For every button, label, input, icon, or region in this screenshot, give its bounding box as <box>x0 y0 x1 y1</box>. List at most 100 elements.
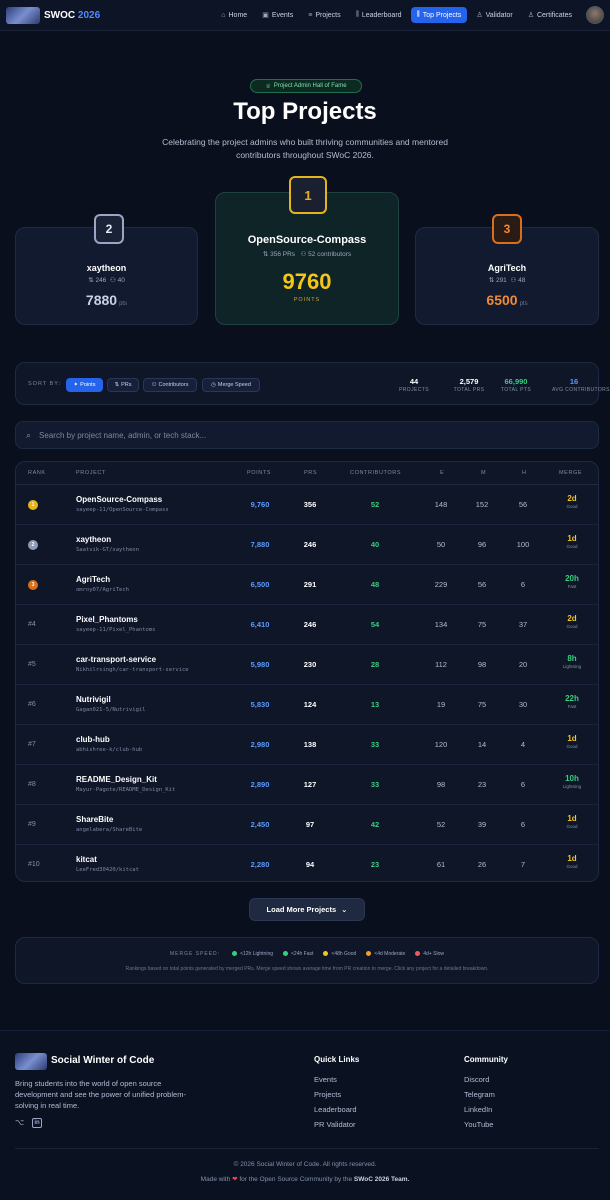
footer-link-linkedin[interactable]: LinkedIn <box>464 1105 492 1114</box>
header-hard[interactable]: H <box>522 470 527 476</box>
sort-merge-speed-button[interactable]: ◷ Merge Speed <box>202 378 260 392</box>
project-name[interactable]: kitcat <box>76 855 97 864</box>
project-name[interactable]: OpenSource-Compass <box>76 495 162 504</box>
stat-value: 66,990 <box>504 377 528 386</box>
legend-item: <24h Fast <box>283 951 313 957</box>
footer-link-leaderboard[interactable]: Leaderboard <box>314 1105 357 1114</box>
search-input[interactable] <box>39 430 540 440</box>
users-icon: ⚇ <box>109 277 116 284</box>
nav-item-label: Home <box>228 11 248 19</box>
table-row[interactable]: #10 kitcat LeeFred30420/kitcat 2,280 94 23 61 2… <box>16 845 598 881</box>
project-name[interactable]: club-hub <box>76 735 110 744</box>
project-name[interactable]: car-transport-service <box>76 655 156 664</box>
podium-card-second[interactable]: 2 xaytheon ⇅ 246 ⚇ 40 7880 pts <box>15 214 198 325</box>
cell-m: 23 <box>477 780 487 789</box>
table-row[interactable]: #7 club-hub abhishree-k/club-hub 2,980 138 33… <box>16 725 598 765</box>
merge-label: Good <box>566 624 578 629</box>
header-merge[interactable]: MERGE <box>559 470 582 476</box>
project-name[interactable]: Nutrivigil <box>76 695 111 704</box>
header-easy[interactable]: E <box>440 470 444 476</box>
footer-link-pr-validator[interactable]: PR Validator <box>314 1120 356 1129</box>
table-row[interactable]: 2 xaytheon Saatvik-GT/xaytheon 7,880 246 40 50… <box>16 525 598 565</box>
project-repo: Mayur-Pagote/README_Design_Kit <box>76 787 176 793</box>
community-heading: Community <box>464 1055 508 1064</box>
cell-m: 26 <box>477 860 487 869</box>
merge-value: 2d <box>567 494 577 503</box>
brand-name[interactable]: SWOC 2026 <box>44 10 100 21</box>
table-row[interactable]: 1 OpenSource-Compass sayeep-11/OpenSource-… <box>16 485 598 525</box>
cell-points: 6,410 <box>250 620 270 629</box>
nav-item-projects[interactable]: ≡ Projects <box>302 8 346 23</box>
github-icon[interactable]: ⌥ <box>15 1118 25 1128</box>
rank-medal-icon: 2 <box>28 540 38 550</box>
nav-item-top-projects[interactable]: ⫼ Top Projects <box>410 7 468 23</box>
table-row[interactable]: #8 README_Design_Kit Mayur-Pagote/README_D… <box>16 765 598 805</box>
podium-card-third[interactable]: 3 AgriTech ⇅ 291 ⚇ 48 6500 pts <box>415 214 599 325</box>
footer-description: Bring students into the world of open so… <box>15 1079 186 1110</box>
nav-items: ⌂ Home ▣ Events ≡ Projects ⫼ Leaderboard ⫼ Top Pr… <box>215 7 578 23</box>
footer-link-discord[interactable]: Discord <box>464 1075 489 1084</box>
project-name[interactable]: Pixel_Phantoms <box>76 615 138 624</box>
merge-label: Fast <box>567 704 577 709</box>
cell-prs: 97 <box>305 820 315 829</box>
sort-points-button[interactable]: ✦ Points <box>66 378 103 392</box>
project-name[interactable]: AgriTech <box>76 575 110 584</box>
legend-label: 4d+ Slow <box>423 951 445 957</box>
footer-divider <box>15 1148 599 1149</box>
stat-total-pts: 66,990 TOTAL PTS <box>496 377 536 393</box>
rank-badge: 3 <box>492 214 522 244</box>
cell-e: 19 <box>436 700 446 709</box>
header-points[interactable]: POINTS <box>247 470 271 476</box>
sort-prs-button[interactable]: ⇅ PRs <box>107 378 139 392</box>
sort-contributors-button[interactable]: ⚇ Contributors <box>143 378 197 392</box>
stat-value: 16 <box>569 377 579 386</box>
quick-links-heading: Quick Links <box>314 1055 360 1064</box>
header-medium[interactable]: M <box>481 470 486 476</box>
bar-chart-icon: ⫼ <box>416 11 420 18</box>
project-name[interactable]: ShareBite <box>76 815 113 824</box>
project-name[interactable]: README_Design_Kit <box>76 775 157 784</box>
cell-e: 134 <box>434 620 448 629</box>
nav-item-certificates[interactable]: ♙ Certificates <box>522 7 578 23</box>
load-more-button[interactable]: Load More Projects ⌄ <box>249 898 365 921</box>
project-repo: abhishree-k/club-hub <box>76 747 143 753</box>
rank-cell: #7 <box>28 741 36 748</box>
table-row[interactable]: #5 car-transport-service Nikhilrsingh/car-… <box>16 645 598 685</box>
header-prs[interactable]: PRS <box>304 470 317 476</box>
project-name: xaytheon <box>86 263 127 273</box>
stat-label: PROJECTS <box>399 387 429 393</box>
merge-value: 10h <box>565 774 579 783</box>
trophy-icon: ♕ <box>265 83 271 90</box>
table-row[interactable]: #9 ShareBite angelabera/ShareBite 2,450 97 42… <box>16 805 598 845</box>
footer-link-youtube[interactable]: YouTube <box>464 1120 493 1129</box>
cell-points: 2,890 <box>250 780 270 789</box>
nav-item-events[interactable]: ▣ Events <box>256 7 299 23</box>
swoc-logo[interactable] <box>6 6 40 24</box>
linkedin-icon[interactable]: in <box>32 1118 42 1128</box>
table-row[interactable]: #6 Nutrivigil Gagan021-5/Nutrivigil 5,830 12… <box>16 685 598 725</box>
header-project[interactable]: PROJECT <box>76 470 106 476</box>
calendar-icon: ▣ <box>262 12 269 19</box>
table-row[interactable]: 3 AgriTech omroy07/AgriTech 6,500 291 48 229 56… <box>16 565 598 605</box>
footer-link-projects[interactable]: Projects <box>314 1090 341 1099</box>
header-contributors[interactable]: CONTRIBUTORS <box>350 470 401 476</box>
nav-item-home[interactable]: ⌂ Home <box>215 8 253 23</box>
footer-link-events[interactable]: Events <box>314 1075 337 1084</box>
cell-m: 56 <box>477 580 487 589</box>
podium-card-first[interactable]: 1 OpenSource-Compass ⇅ 356 PRs ⚇ 52 cont… <box>215 176 399 325</box>
nav-item-leaderboard[interactable]: ⫼ Leaderboard <box>350 7 408 23</box>
rank-cell: #4 <box>28 621 36 628</box>
footer-brand: Social Winter of Code <box>51 1055 155 1066</box>
search-bar[interactable]: ⌕ <box>15 421 599 449</box>
footer-link-telegram[interactable]: Telegram <box>464 1090 495 1099</box>
cell-contributors: 52 <box>370 500 380 509</box>
nav-item-label: Certificates <box>536 11 572 19</box>
nav-item-validator[interactable]: ♙ Validator <box>470 7 518 23</box>
project-name[interactable]: xaytheon <box>76 535 111 544</box>
header-rank[interactable]: RANK <box>28 470 46 476</box>
cell-e: 148 <box>434 500 448 509</box>
user-avatar[interactable] <box>586 6 604 24</box>
merge-speed-cell: 1d Good <box>554 814 590 829</box>
table-row[interactable]: #4 Pixel_Phantoms sayeep-11/Pixel_Phantoms… <box>16 605 598 645</box>
cell-m: 14 <box>477 740 487 749</box>
